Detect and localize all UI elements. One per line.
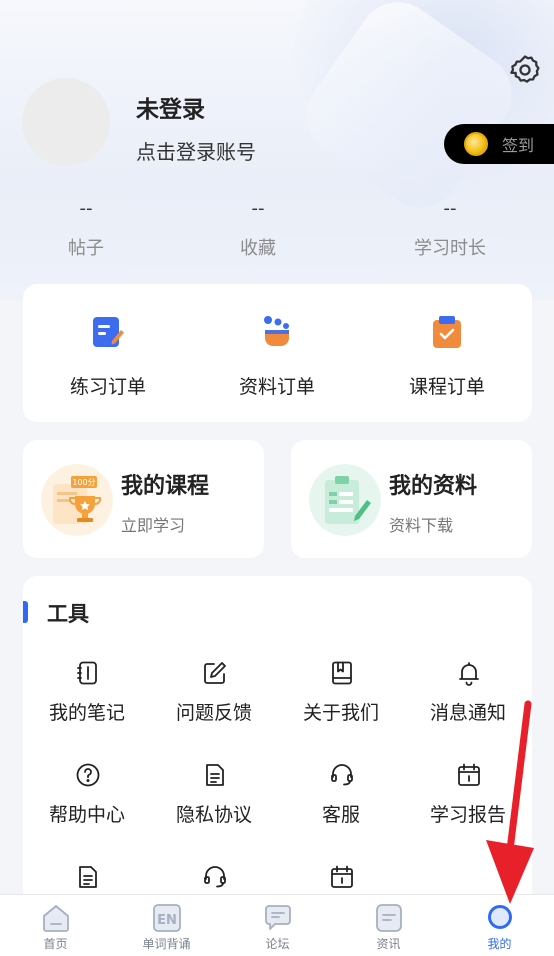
my-courses-card[interactable]: 100分 我的课程 立即学习	[23, 440, 264, 558]
headset-icon	[331, 764, 353, 786]
tool-label: 消息通知	[429, 702, 506, 724]
forum-icon	[265, 905, 291, 930]
checkin-button[interactable]: 签到	[444, 124, 554, 164]
document-icon	[206, 764, 224, 786]
bell-icon	[459, 662, 479, 686]
settings-gear-icon[interactable]	[508, 53, 542, 87]
login-link[interactable]: 点击登录账号	[136, 136, 256, 165]
tab-home[interactable]: 首页	[0, 895, 111, 956]
material-order-icon	[264, 316, 289, 346]
promo-title: 我的资料	[389, 474, 478, 499]
tool-label: 我的笔记	[48, 702, 125, 724]
tab-label: 资讯	[376, 937, 401, 951]
order-label: 课程订单	[408, 376, 485, 398]
course-order-icon	[433, 316, 461, 348]
trophy-certificate-icon: 100分	[41, 464, 113, 536]
news-icon	[376, 904, 402, 932]
practice-order-button[interactable]: 练习订单	[23, 284, 193, 422]
order-label: 资料订单	[238, 376, 315, 398]
promo-subtitle: 资料下载	[389, 516, 454, 535]
tab-label: 我的	[487, 937, 512, 951]
help-icon	[76, 763, 100, 787]
stat-label: 学习时长	[414, 238, 486, 259]
stat-value: --	[251, 198, 265, 219]
section-accent-bar	[23, 601, 28, 623]
bottom-tab-bar: 首页 EN 单词背诵 论坛 资讯 我的	[0, 894, 554, 956]
document-icon	[79, 866, 97, 888]
tab-word-recitation[interactable]: EN 单词背诵	[111, 895, 222, 956]
tab-label: 论坛	[265, 937, 290, 951]
tool-notifications[interactable]: 消息通知	[404, 660, 532, 750]
checkin-label: 签到	[502, 136, 535, 155]
home-icon	[43, 905, 69, 932]
tool-label: 客服	[321, 804, 360, 826]
course-order-button[interactable]: 课程订单	[362, 284, 532, 422]
tool-label: 帮助中心	[48, 804, 125, 826]
score-badge: 100分	[72, 478, 95, 487]
stat-study-time[interactable]: -- 学习时长	[380, 198, 520, 260]
tool-help-center[interactable]: 帮助中心	[23, 762, 151, 852]
stat-label: 帖子	[68, 238, 104, 259]
tools-card: 工具 我的笔记 问题反馈 关于我们 消息通知 帮助中心 隐私协议 客服 学习报告	[23, 576, 532, 906]
tab-mine[interactable]: 我的	[444, 895, 554, 956]
tool-study-report[interactable]: 学习报告	[404, 762, 532, 852]
calendar-icon	[458, 763, 480, 786]
order-label: 练习订单	[69, 376, 146, 398]
user-name: 未登录	[136, 97, 205, 123]
stat-favorites[interactable]: -- 收藏	[188, 198, 328, 260]
profile-icon	[488, 905, 512, 929]
tool-label: 问题反馈	[175, 702, 252, 724]
orders-card: 练习订单 资料订单 课程订单	[23, 284, 532, 422]
promo-subtitle: 立即学习	[121, 516, 186, 535]
tool-label: 学习报告	[429, 804, 506, 826]
stat-posts[interactable]: -- 帖子	[16, 198, 156, 260]
stat-label: 收藏	[240, 238, 276, 259]
notebook-icon	[77, 661, 97, 685]
avatar[interactable]	[22, 78, 110, 166]
tool-about-us[interactable]: 关于我们	[277, 660, 405, 750]
tool-my-notes[interactable]: 我的笔记	[23, 660, 151, 750]
en-words-icon: EN	[153, 904, 181, 932]
tool-customer-service[interactable]: 客服	[277, 762, 405, 852]
book-icon	[332, 661, 352, 685]
tool-feedback[interactable]: 问题反馈	[150, 660, 278, 750]
document-clipboard-icon	[309, 464, 381, 536]
tools-title: 工具	[47, 602, 89, 626]
tool-privacy[interactable]: 隐私协议	[150, 762, 278, 852]
tab-label: 单词背诵	[142, 937, 191, 951]
gold-coin-icon	[464, 132, 488, 156]
tool-label: 隐私协议	[175, 804, 252, 826]
practice-order-icon	[93, 317, 124, 347]
stat-value: --	[79, 198, 93, 219]
tab-forum[interactable]: 论坛	[222, 895, 333, 956]
tab-news[interactable]: 资讯	[333, 895, 444, 956]
tool-label: 关于我们	[302, 702, 379, 724]
stat-value: --	[443, 198, 457, 219]
tab-label: 首页	[43, 937, 68, 951]
headset-icon	[204, 866, 226, 888]
promo-title: 我的课程	[121, 474, 210, 499]
my-materials-card[interactable]: 我的资料 资料下载	[291, 440, 532, 558]
material-order-button[interactable]: 资料订单	[192, 284, 362, 422]
svg-text:EN: EN	[157, 913, 177, 928]
edit-feedback-icon	[204, 662, 226, 684]
calendar-icon	[331, 865, 353, 888]
